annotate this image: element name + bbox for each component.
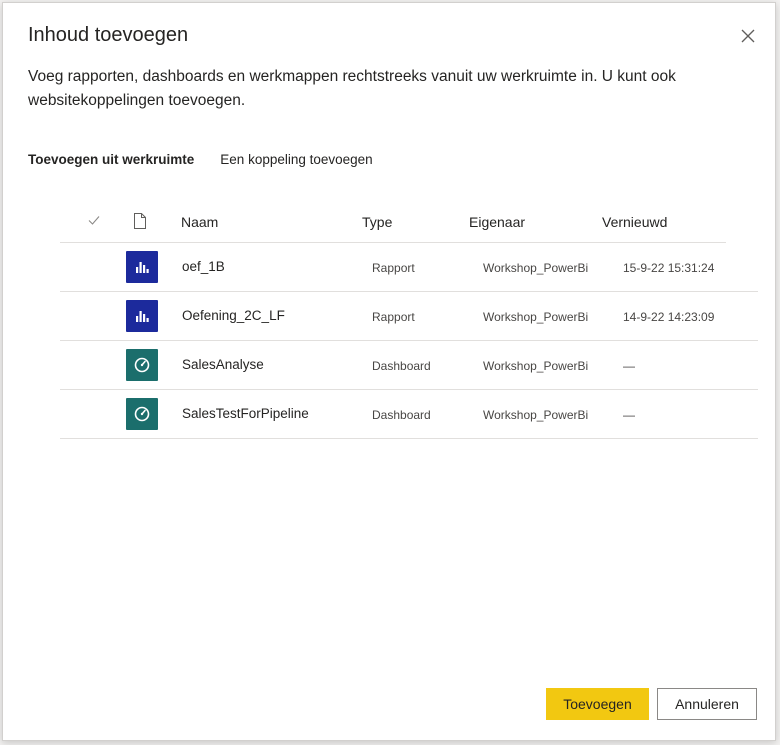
source-tabs: Toevoegen uit werkruimte Een koppeling t…	[28, 152, 373, 167]
item-owner: Workshop_PowerBi	[483, 408, 589, 422]
item-owner: Workshop_PowerBi	[483, 261, 589, 275]
dialog-title: Inhoud toevoegen	[28, 24, 189, 46]
item-name: SalesTestForPipeline	[182, 406, 309, 421]
item-refreshed: —	[623, 408, 635, 422]
item-name: oef_1B	[182, 259, 225, 274]
close-button[interactable]	[737, 25, 759, 47]
item-refreshed: —	[623, 359, 635, 373]
item-name: Oefening_2C_LF	[182, 308, 285, 323]
table-header: Naam Type Eigenaar Vernieuwd	[60, 201, 726, 243]
item-type: Rapport	[372, 310, 415, 324]
table-row[interactable]: Oefening_2C_LF Rapport Workshop_PowerBi …	[60, 292, 758, 341]
item-type: Dashboard	[372, 359, 431, 373]
item-refreshed: 14-9-22 14:23:09	[623, 310, 715, 324]
table-row[interactable]: SalesAnalyse Dashboard Workshop_PowerBi …	[60, 341, 758, 390]
item-type: Rapport	[372, 261, 415, 275]
add-content-dialog: Inhoud toevoegen Voeg rapporten, dashboa…	[2, 2, 776, 741]
document-icon	[134, 213, 146, 229]
dashboard-icon	[126, 349, 158, 381]
cancel-button[interactable]: Annuleren	[657, 688, 757, 720]
column-header-refreshed[interactable]: Vernieuwd	[602, 214, 667, 230]
column-header-owner[interactable]: Eigenaar	[469, 214, 525, 230]
report-icon	[126, 251, 158, 283]
column-header-type[interactable]: Type	[362, 214, 392, 230]
item-type: Dashboard	[372, 408, 431, 422]
dashboard-icon	[126, 398, 158, 430]
tab-add-link[interactable]: Een koppeling toevoegen	[220, 152, 372, 167]
column-header-name[interactable]: Naam	[181, 214, 218, 230]
file-type-column	[132, 212, 148, 230]
checkmark-icon	[88, 216, 100, 225]
item-name: SalesAnalyse	[182, 357, 264, 372]
tab-add-from-workspace[interactable]: Toevoegen uit werkruimte	[28, 152, 194, 167]
item-owner: Workshop_PowerBi	[483, 359, 589, 373]
item-owner: Workshop_PowerBi	[483, 310, 589, 324]
select-all-checkbox[interactable]	[87, 213, 101, 227]
dialog-description: Voeg rapporten, dashboards en werkmappen…	[28, 68, 676, 109]
report-icon	[126, 300, 158, 332]
table-row[interactable]: SalesTestForPipeline Dashboard Workshop_…	[60, 390, 758, 439]
close-icon	[741, 29, 755, 43]
table-row[interactable]: oef_1B Rapport Workshop_PowerBi 15-9-22 …	[60, 243, 758, 292]
item-refreshed: 15-9-22 15:31:24	[623, 261, 715, 275]
add-button[interactable]: Toevoegen	[546, 688, 649, 720]
